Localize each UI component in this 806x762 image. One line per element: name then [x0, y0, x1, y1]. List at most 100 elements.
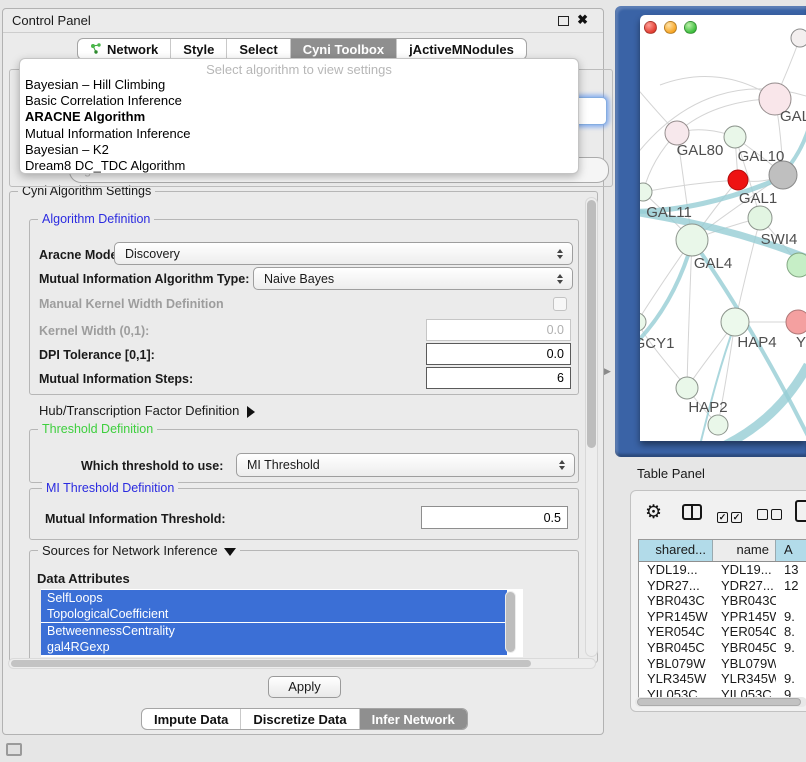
kernel-width-field[interactable]: 0.0: [426, 319, 571, 341]
table-cell: YDL19...: [639, 562, 713, 578]
table-cell: 9.: [776, 671, 806, 687]
node-label-gcy1: GCY1: [640, 335, 674, 352]
sources-title: Sources for Network Inference: [42, 543, 218, 558]
collapsed-panel-icon[interactable]: [6, 743, 22, 756]
table-cell: YPR145W: [639, 609, 713, 625]
node-label-gal11: GAL11: [646, 204, 692, 221]
tab-cyni-toolbox[interactable]: Cyni Toolbox: [290, 39, 396, 59]
settings-vertical-scrollbar[interactable]: [585, 197, 598, 657]
table-row[interactable]: YDR27...YDR27...12: [639, 578, 806, 594]
column-header-a[interactable]: A: [776, 540, 806, 561]
table-row[interactable]: YBR045CYBR045C9.: [639, 640, 806, 656]
control-panel-title: Control Panel: [12, 13, 91, 28]
mi-type-label: Mutual Information Algorithm Type:: [39, 272, 249, 286]
table-row[interactable]: YBR043CYBR043C: [639, 593, 806, 609]
table-cell: YLR345W: [713, 671, 776, 687]
network-node[interactable]: [791, 29, 806, 47]
network-node[interactable]: [728, 170, 748, 190]
tab-select[interactable]: Select: [226, 39, 289, 59]
algorithm-option-basic-correlation-inference[interactable]: Basic Correlation Inference: [20, 93, 578, 109]
attribute-gal4rgexp[interactable]: gal4RGexp: [41, 639, 507, 655]
mi-steps-field[interactable]: 6: [426, 367, 571, 389]
network-node[interactable]: [786, 310, 806, 334]
tab-infer-network[interactable]: Infer Network: [359, 709, 467, 729]
network-node[interactable]: [676, 224, 708, 256]
network-node[interactable]: [708, 415, 728, 435]
attribute-betweennesscentrality[interactable]: BetweennessCentrality: [41, 623, 507, 639]
algorithm-option-aracne-algorithm[interactable]: ARACNE Algorithm: [20, 109, 578, 125]
settings-horizontal-scrollbar[interactable]: [8, 658, 596, 669]
algorithm-option-bayesian-hill-climbing[interactable]: Bayesian – Hill Climbing: [20, 77, 578, 93]
table-row[interactable]: YLR345WYLR345W9.: [639, 671, 806, 687]
table-cell: YBL079W: [713, 656, 776, 672]
apply-button[interactable]: Apply: [268, 676, 341, 698]
data-attributes-list: SelfLoopsTopologicalCoefficientBetweenne…: [41, 589, 523, 657]
table-cell: [776, 656, 806, 672]
close-icon[interactable]: ✖: [577, 12, 588, 28]
network-node[interactable]: [769, 161, 797, 189]
table-row[interactable]: YPR145WYPR145W9.: [639, 609, 806, 625]
algorithm-option-mutual-information-inference[interactable]: Mutual Information Inference: [20, 126, 578, 142]
table-cell: YBR043C: [639, 593, 713, 609]
network-node[interactable]: [748, 206, 772, 230]
attribute-selfloops[interactable]: SelfLoops: [41, 590, 507, 606]
unchecked-boxes-icon[interactable]: [757, 507, 785, 525]
network-node[interactable]: [721, 308, 749, 336]
dpi-tolerance-label: DPI Tolerance [0,1]:: [39, 348, 155, 362]
network-node[interactable]: [640, 313, 646, 331]
collapse-down-icon: [224, 548, 236, 556]
tab-style[interactable]: Style: [170, 39, 226, 59]
which-threshold-value: MI Threshold: [237, 458, 558, 472]
tab-discretize-data[interactable]: Discretize Data: [240, 709, 358, 729]
table-cell: YDL19...: [713, 562, 776, 578]
algorithm-option-bayesian-k2[interactable]: Bayesian – K2: [20, 142, 578, 158]
mi-type-combo[interactable]: Naive Bayes: [253, 267, 573, 290]
which-threshold-label: Which threshold to use:: [81, 459, 223, 473]
attributes-scrollbar[interactable]: [505, 591, 516, 653]
table-cell: YBR043C: [713, 593, 776, 609]
tab-network[interactable]: Network: [78, 39, 170, 59]
expand-right-icon: [247, 406, 255, 418]
table-horizontal-scrollbar[interactable]: [635, 697, 806, 707]
gear-icon[interactable]: ⚙: [645, 501, 662, 524]
document-icon[interactable]: [795, 500, 806, 522]
network-node[interactable]: [724, 126, 746, 148]
column-header-name[interactable]: name: [713, 540, 776, 561]
network-node[interactable]: [676, 377, 698, 399]
node-label-gal80: GAL80: [677, 142, 724, 159]
panel-divider-handle[interactable]: ▶: [604, 366, 611, 377]
attribute-topologicalcoefficient[interactable]: TopologicalCoefficient: [41, 606, 507, 622]
tab-impute-data[interactable]: Impute Data: [142, 709, 240, 729]
algorithm-placeholder: Select algorithm to view settings: [20, 62, 578, 77]
table-row[interactable]: YDL19...YDL19...13: [639, 562, 806, 578]
table-cell: 9.: [776, 609, 806, 625]
float-window-icon[interactable]: [558, 16, 569, 26]
manual-kernel-checkbox[interactable]: [553, 297, 567, 311]
control-panel-window: Control Panel ✖ NetworkStyleSelectCyni T…: [2, 8, 604, 735]
columns-icon[interactable]: [682, 504, 702, 520]
table-cell: [776, 593, 806, 609]
table-cell: YLR345W: [639, 671, 713, 687]
table-cell: YDR27...: [639, 578, 713, 594]
checked-boxes-icon[interactable]: ✓✓: [717, 507, 745, 525]
dpi-tolerance-field[interactable]: 0.0: [426, 343, 571, 365]
algorithm-option-dream8-dc-tdc-algorithm[interactable]: Dream8 DC_TDC Algorithm: [20, 158, 578, 174]
screen: Control Panel ✖ NetworkStyleSelectCyni T…: [0, 0, 806, 762]
hub-definition-toggle[interactable]: Hub/Transcription Factor Definition: [39, 403, 255, 418]
control-panel-titlebar: Control Panel ✖: [3, 9, 603, 33]
spinner-arrows-icon: [558, 460, 565, 470]
table-cell: 12: [776, 578, 806, 594]
mi-threshold-field[interactable]: 0.5: [421, 506, 568, 529]
sources-toggle[interactable]: Sources for Network Inference: [38, 543, 240, 558]
spinner-arrows-icon: [556, 249, 563, 259]
aracne-mode-combo[interactable]: Discovery: [114, 242, 573, 265]
network-canvas[interactable]: GALGAL80GAL10GAL1GAL11SWI4GAL4GCY1HAP4YH…: [640, 15, 806, 441]
tab-jactivemnodules[interactable]: jActiveMNodules: [396, 39, 526, 59]
table-row[interactable]: YBL079WYBL079W: [639, 656, 806, 672]
network-view-window: GALGAL80GAL10GAL1GAL11SWI4GAL4GCY1HAP4YH…: [640, 15, 806, 441]
which-threshold-combo[interactable]: MI Threshold: [236, 453, 575, 477]
network-node[interactable]: [787, 253, 806, 277]
column-header-shared[interactable]: shared...: [639, 540, 713, 561]
table-row[interactable]: YER054CYER054C8.: [639, 624, 806, 640]
table-body: YDL19...YDL19...13YDR27...YDR27...12YBR0…: [639, 562, 806, 702]
